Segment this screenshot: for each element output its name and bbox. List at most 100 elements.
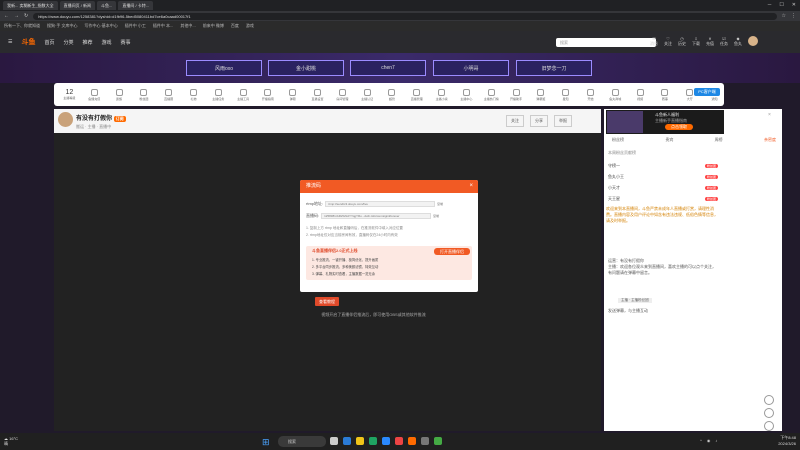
toolbar-item[interactable]: 粉丝团 bbox=[134, 88, 153, 101]
toolbar-item[interactable]: 鱼丸商城 bbox=[606, 88, 625, 101]
minimize-icon[interactable]: ─ bbox=[768, 2, 772, 8]
banner-streamer-button[interactable]: 小明哥 bbox=[433, 60, 509, 76]
toolbar-item[interactable]: 主播中心 bbox=[457, 88, 476, 101]
file-explorer-icon[interactable] bbox=[356, 437, 364, 445]
follow-button[interactable]: 关注 bbox=[506, 115, 524, 127]
toolbar-item[interactable]: 主播热门榜 bbox=[482, 88, 501, 101]
pc-client-button[interactable]: PC客户端 bbox=[694, 88, 720, 96]
site-logo[interactable]: 斗鱼 bbox=[21, 37, 35, 47]
banner-streamer-button[interactable]: 金小甜桃 bbox=[268, 60, 344, 76]
search-input[interactable]: 搜索 bbox=[556, 38, 656, 47]
back-icon[interactable]: ← bbox=[4, 13, 9, 19]
toolbar-item[interactable]: 超管 bbox=[383, 88, 402, 101]
bookmark-item[interactable]: 百度 bbox=[231, 23, 239, 29]
tab-weekly[interactable]: 周榜 bbox=[715, 137, 723, 143]
maximize-icon[interactable]: ☐ bbox=[779, 2, 783, 8]
feedback-icon[interactable] bbox=[764, 408, 774, 418]
user-avatar[interactable] bbox=[748, 36, 758, 46]
banner-streamer-button[interactable]: 风雨oxo bbox=[186, 60, 262, 76]
browser-tab[interactable]: 斗鱼... bbox=[97, 1, 117, 10]
bookmark-item[interactable]: 所有一下、你就知道 bbox=[4, 23, 40, 29]
task-view-icon[interactable] bbox=[330, 437, 338, 445]
stream-key-field[interactable]: 1258381rARZGNdYYqgYRo...dvdr-tsforcemsig… bbox=[321, 213, 432, 219]
rank-row[interactable]: 小天才 粉丝团 bbox=[608, 182, 718, 193]
rtmp-field[interactable]: rtmp://sendtc3.douyu.com/live bbox=[325, 201, 436, 207]
toolbar-item[interactable]: 视频 bbox=[631, 88, 650, 101]
scroll-top-icon[interactable] bbox=[764, 421, 774, 431]
taskbar-search[interactable]: 搜索 bbox=[278, 436, 326, 447]
toolbar-item[interactable]: 鱼翅充值 bbox=[85, 88, 104, 101]
rank-row[interactable]: 守榜一 粉丝团 bbox=[608, 160, 718, 171]
app-icon[interactable] bbox=[421, 437, 429, 445]
clock[interactable]: 下午8:48 2024/3/26 bbox=[778, 435, 796, 447]
toolbar-item[interactable]: 直播设置 bbox=[308, 88, 327, 101]
tutorial-button[interactable]: 查看教程 bbox=[315, 297, 339, 306]
chat-input[interactable]: 发送弹幕，与主播互动 bbox=[608, 308, 720, 314]
network-icon[interactable]: ◉ bbox=[707, 438, 711, 443]
message-icon[interactable]: ✉ 消息 bbox=[650, 36, 658, 47]
rank-row[interactable]: 鱼丸小王 粉丝团 bbox=[608, 171, 718, 182]
copy-rtmp-button[interactable]: 复制 bbox=[437, 202, 443, 206]
nav-home[interactable]: 首页 bbox=[44, 39, 54, 46]
url-input[interactable]: https://www.douyu.com/1258381?dyshid=d1f… bbox=[33, 12, 777, 20]
nav-games[interactable]: 游戏 bbox=[102, 39, 112, 46]
bookmark-item[interactable]: 插件中 本... bbox=[153, 23, 173, 29]
toolbar-item[interactable]: 开播指南 bbox=[259, 88, 278, 101]
toolbar-item[interactable]: 直播圈 bbox=[159, 88, 178, 101]
toolbar-item[interactable]: 星知 bbox=[556, 88, 575, 101]
settings-icon[interactable] bbox=[764, 395, 774, 405]
follow-icon[interactable]: ♡ 关注 bbox=[664, 36, 672, 47]
toolbar-item[interactable]: 主播任务 bbox=[209, 88, 228, 101]
toolbar-item[interactable]: 贵族 bbox=[110, 88, 129, 101]
bookmark-item[interactable]: 搜狗·手 文库中心 bbox=[47, 23, 77, 29]
reload-icon[interactable]: ↻ bbox=[24, 13, 28, 19]
wechat-icon[interactable] bbox=[434, 437, 442, 445]
star-icon[interactable]: ☆ bbox=[782, 13, 786, 19]
tab-intimacy[interactable]: 亲密度 bbox=[764, 137, 776, 143]
bookmark-item[interactable]: 游戏 bbox=[246, 23, 254, 29]
report-button[interactable]: 举报 bbox=[554, 115, 572, 127]
bookmark-item[interactable]: 写作中心·基本中心 bbox=[84, 23, 117, 29]
douyu-icon[interactable] bbox=[408, 437, 416, 445]
recharge-icon[interactable]: ¥ 充值 bbox=[706, 36, 714, 47]
share-button[interactable]: 分享 bbox=[530, 115, 548, 127]
hamburger-icon[interactable]: ☰ bbox=[8, 39, 12, 45]
toolbar-item[interactable]: 弹幕 bbox=[283, 88, 302, 101]
banner-streamer-button[interactable]: chen7 bbox=[350, 60, 426, 76]
toolbar-item[interactable]: 开始 bbox=[581, 88, 600, 101]
chrome-icon[interactable] bbox=[369, 437, 377, 445]
download-icon[interactable]: ⇩ 下载 bbox=[692, 36, 700, 47]
nav-category[interactable]: 分类 bbox=[64, 39, 74, 46]
browser-tab[interactable]: 直播间页 / 新闻 bbox=[59, 1, 96, 10]
subscribe-badge[interactable]: 订阅 bbox=[113, 116, 126, 122]
close-icon[interactable]: × bbox=[768, 112, 771, 118]
gift-icon[interactable]: ◆ 鱼丸 bbox=[734, 36, 742, 47]
toolbar-item[interactable]: 弹幕姬 bbox=[531, 88, 550, 101]
history-icon[interactable]: ◷ 历史 bbox=[678, 36, 686, 47]
tab-vip[interactable]: 贵宾 bbox=[665, 137, 673, 143]
weather-widget[interactable]: ☁ 16°C 晴 bbox=[4, 436, 18, 446]
close-icon[interactable]: ✕ bbox=[792, 2, 796, 8]
volume-icon[interactable]: ♪ bbox=[715, 438, 717, 443]
nav-recommend[interactable]: 推荐 bbox=[83, 39, 93, 46]
nav-events[interactable]: 赛事 bbox=[121, 39, 131, 46]
menu-icon[interactable]: ⋮ bbox=[791, 13, 796, 19]
toolbar-item[interactable]: 主播认证 bbox=[358, 88, 377, 101]
banner-streamer-button[interactable]: 旧梦念一刀 bbox=[516, 60, 592, 76]
app-icon[interactable] bbox=[395, 437, 403, 445]
edge-icon[interactable] bbox=[343, 437, 351, 445]
copy-key-button[interactable]: 复制 bbox=[433, 214, 439, 218]
open-companion-button[interactable]: 打开直播伴侣 bbox=[434, 248, 470, 255]
close-icon[interactable]: × bbox=[469, 180, 473, 193]
rank-row[interactable]: 天王星 粉丝团 bbox=[608, 193, 718, 204]
toolbar-item[interactable]: 房间管理 bbox=[333, 88, 352, 101]
forward-icon[interactable]: → bbox=[14, 13, 19, 19]
app-icon[interactable] bbox=[382, 437, 390, 445]
toolbar-item[interactable]: 开播助手 bbox=[507, 88, 526, 101]
start-icon[interactable]: ⊞ bbox=[262, 437, 272, 447]
toolbar-item[interactable]: 赛事 bbox=[656, 88, 675, 101]
toolbar-item[interactable]: 直播管理 bbox=[407, 88, 426, 101]
tab-fans[interactable]: 粉丝榜 bbox=[612, 137, 624, 143]
task-icon[interactable]: ☑ 任务 bbox=[720, 36, 728, 47]
anchor-avatar[interactable] bbox=[58, 112, 73, 127]
